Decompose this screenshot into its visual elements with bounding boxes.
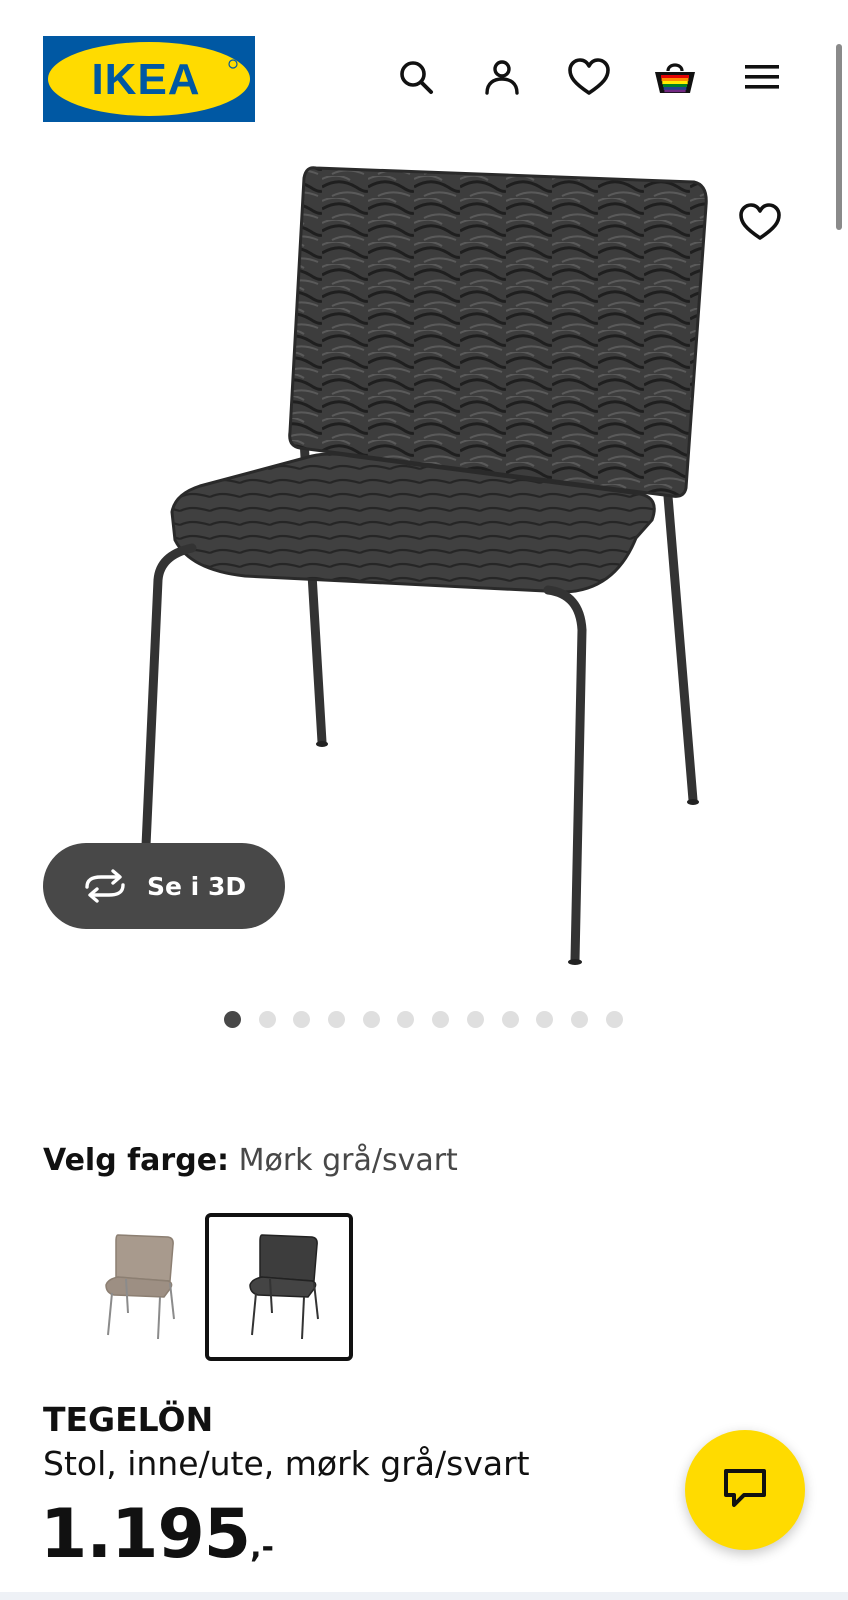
view-in-3d-button[interactable]: Se i 3D [43, 843, 285, 929]
pagination-dot[interactable] [362, 1011, 380, 1028]
product-price: 1.195,- [40, 1495, 274, 1574]
ikea-logo[interactable]: IKEA [43, 36, 255, 122]
chat-button[interactable] [685, 1430, 805, 1550]
color-swatch-dark-grey-black[interactable] [205, 1213, 353, 1361]
pagination-dot[interactable] [397, 1011, 415, 1028]
pagination-dot[interactable] [293, 1011, 311, 1028]
pagination-dot[interactable] [432, 1011, 450, 1028]
pagination-dot[interactable] [536, 1011, 554, 1028]
rotate-3d-icon [81, 868, 129, 904]
site-header: IKEA [0, 0, 848, 140]
price-integer: 1.195 [40, 1495, 251, 1574]
view-in-3d-label: Se i 3D [147, 871, 247, 901]
gallery-pagination[interactable] [224, 1011, 640, 1028]
add-to-favourites-icon[interactable] [738, 200, 782, 244]
pagination-dot[interactable] [224, 1011, 241, 1028]
pagination-dot[interactable] [501, 1011, 519, 1028]
product-description: Stol, inne/ute, mørk grå/svart [43, 1444, 530, 1483]
color-swatch-beige[interactable] [61, 1213, 209, 1361]
menu-icon[interactable] [740, 55, 784, 99]
logo-text: IKEA [91, 55, 200, 104]
search-icon[interactable] [394, 55, 438, 99]
chat-icon [722, 1467, 768, 1514]
product-name: TEGELÖN [43, 1400, 214, 1439]
heart-icon[interactable] [567, 55, 611, 99]
price-decimal: ,- [250, 1530, 274, 1565]
pagination-dot[interactable] [605, 1011, 623, 1028]
user-icon[interactable] [480, 55, 524, 99]
bottom-edge [0, 1592, 848, 1600]
color-label: Velg farge: [43, 1143, 230, 1178]
pagination-dot[interactable] [258, 1011, 276, 1028]
color-selector-label: Velg farge: Mørk grå/svart [43, 1143, 458, 1178]
selected-color-value: Mørk grå/svart [238, 1143, 458, 1178]
pagination-dot[interactable] [328, 1011, 346, 1028]
pagination-dot[interactable] [466, 1011, 484, 1028]
pagination-dot[interactable] [570, 1011, 588, 1028]
basket-icon[interactable] [653, 55, 697, 99]
